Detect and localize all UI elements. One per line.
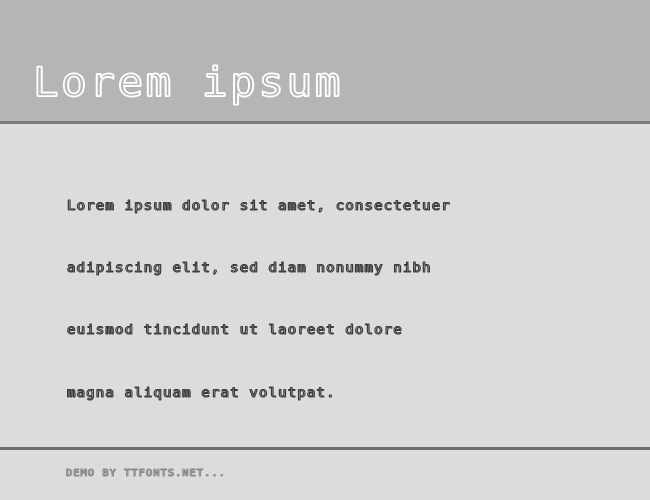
sample-line: euismod tincidunt ut laoreet dolore (67, 322, 403, 339)
font-title-sample: Lorem ipsum (32, 59, 343, 107)
demo-credit-label: DEMO BY TTFONTS.NET... (66, 468, 226, 480)
font-specimen-window: Lorem ipsum Lorem ipsum dolor sit amet, … (0, 0, 650, 500)
sample-line: Lorem ipsum dolor sit amet, consectetuer (67, 197, 451, 214)
sample-line: magna aliquam erat volutpat. (67, 384, 336, 401)
sample-paragraph: Lorem ipsum dolor sit amet, consectetuer… (67, 154, 451, 445)
footer-area: DEMO BY TTFONTS.NET... (0, 450, 650, 500)
sample-text-area: Lorem ipsum dolor sit amet, consectetuer… (0, 124, 650, 447)
sample-line: adipiscing elit, sed diam nonummy nibh (67, 259, 432, 277)
header-band: Lorem ipsum (0, 0, 650, 121)
